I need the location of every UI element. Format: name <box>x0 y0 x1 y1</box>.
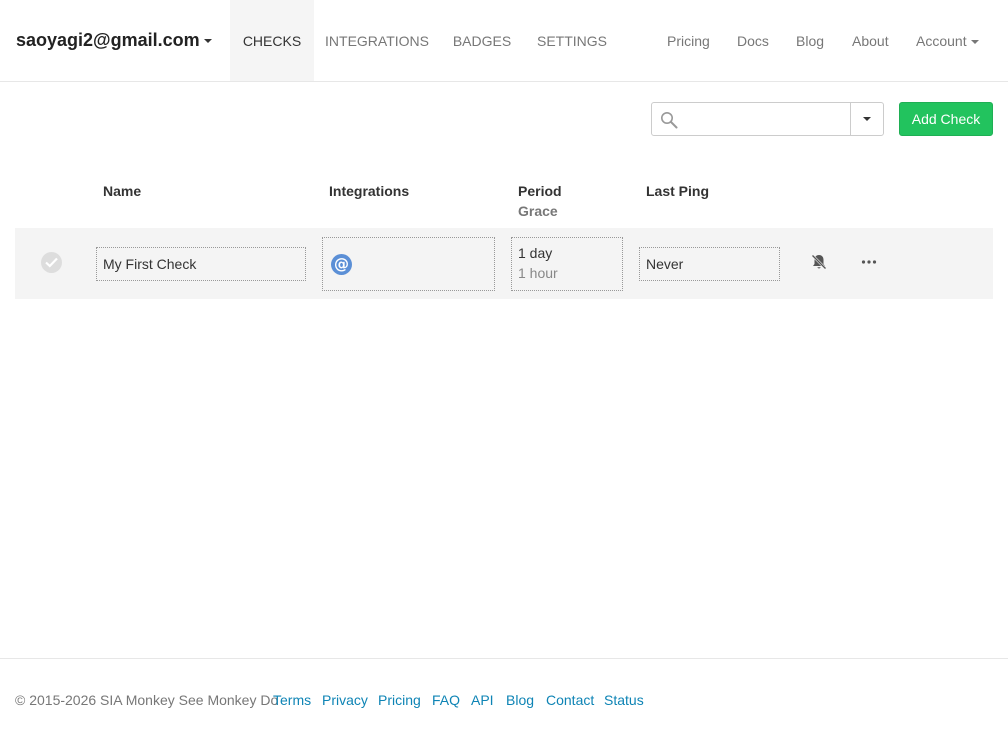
header-last-ping: Last Ping <box>646 183 710 199</box>
check-last-ping[interactable]: Never <box>639 247 780 281</box>
account-email: saoyagi2@gmail.com <box>16 30 200 50</box>
bell-slash-icon[interactable] <box>810 253 828 271</box>
check-timeout[interactable]: 1 day 1 hour <box>511 237 623 291</box>
check-name[interactable]: My First Check <box>96 247 306 281</box>
nav-link-pricing[interactable]: Pricing <box>667 33 710 49</box>
chevron-down-icon <box>203 39 212 44</box>
more-icon[interactable] <box>860 255 878 269</box>
chevron-down-icon <box>970 40 979 45</box>
nav-account-label: Account <box>916 33 967 49</box>
header-period: Period <box>518 183 562 199</box>
search-icon <box>661 112 678 129</box>
copyright: © 2015-2026 SIA Monkey See Monkey Do <box>15 692 279 708</box>
add-check-button[interactable]: Add Check <box>899 102 993 136</box>
footer-link-pricing[interactable]: Pricing <box>378 692 421 708</box>
footer-link-status[interactable]: Status <box>604 692 644 708</box>
status-check-icon <box>41 252 62 273</box>
footer-link-terms[interactable]: Terms <box>273 692 311 708</box>
header-name: Name <box>103 183 142 199</box>
check-period: 1 day <box>518 245 553 261</box>
email-icon: @ <box>331 254 352 275</box>
check-grace: 1 hour <box>518 265 558 281</box>
header-integrations: Integrations <box>329 183 410 199</box>
footer-link-contact[interactable]: Contact <box>546 692 594 708</box>
footer-link-blog[interactable]: Blog <box>506 692 534 708</box>
navbar: saoyagi2@gmail.com CHECKS INTEGRATIONS B… <box>0 0 1008 82</box>
check-integrations[interactable]: @ <box>322 237 495 291</box>
footer: © 2015-2026 SIA Monkey See Monkey Do Ter… <box>0 658 1008 742</box>
nav-account-menu[interactable]: Account <box>916 33 979 49</box>
search-filter-dropdown[interactable] <box>850 103 883 135</box>
search-group <box>651 102 884 136</box>
tab-checks[interactable]: CHECKS <box>230 0 314 81</box>
tab-settings[interactable]: SETTINGS <box>524 0 620 81</box>
tab-integrations[interactable]: INTEGRATIONS <box>314 0 440 81</box>
footer-link-faq[interactable]: FAQ <box>432 692 460 708</box>
footer-link-api[interactable]: API <box>471 692 494 708</box>
nav-link-blog[interactable]: Blog <box>796 33 824 49</box>
search-input[interactable] <box>684 103 850 135</box>
nav-link-about[interactable]: About <box>852 33 889 49</box>
tab-badges[interactable]: BADGES <box>440 0 524 81</box>
footer-link-privacy[interactable]: Privacy <box>322 692 368 708</box>
header-grace: Grace <box>518 203 558 219</box>
chevron-down-icon <box>863 117 871 121</box>
table-row[interactable]: My First Check @ 1 day 1 hour Never <box>15 228 993 299</box>
account-menu[interactable]: saoyagi2@gmail.com <box>16 30 212 51</box>
nav-link-docs[interactable]: Docs <box>737 33 769 49</box>
